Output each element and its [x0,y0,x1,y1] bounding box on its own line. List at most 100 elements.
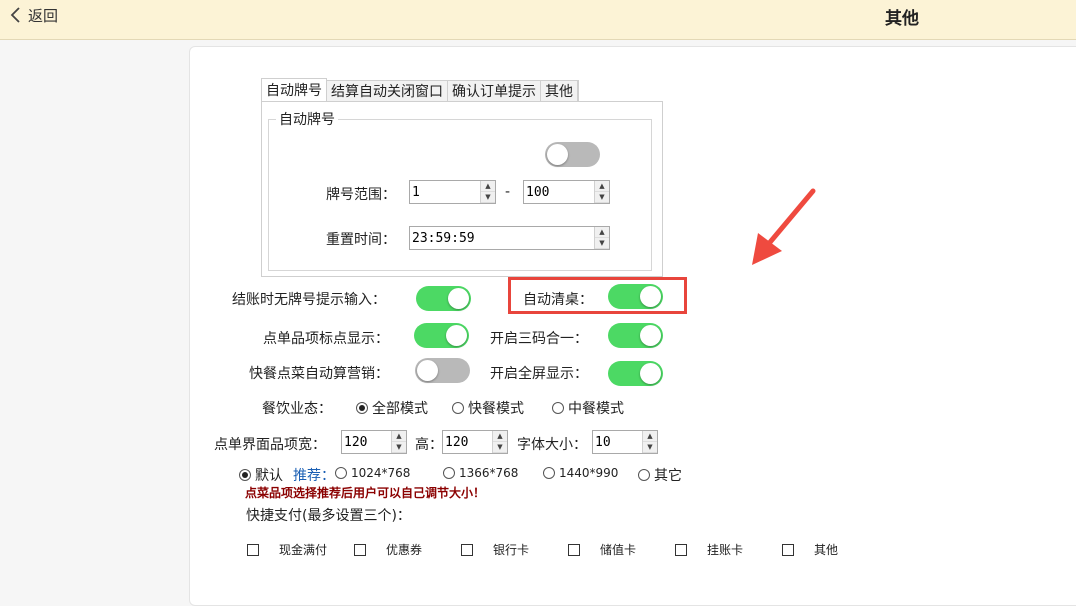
radio-dot [335,467,347,479]
resolution-radio-1440[interactable]: 1440*990 [543,466,618,480]
quick-pay-option-label: 挂账卡 [707,543,744,557]
radio-dot [239,469,251,481]
auto-number-toggle[interactable] [545,142,600,167]
tab-strip: 自动牌号 结算自动关闭窗口 确认订单提示 其他 [261,78,579,102]
auto-clear-label: 自动清桌： [523,292,593,308]
quick-pay-option-label: 储值卡 [600,543,637,557]
checkbox-box [354,543,366,556]
fast-marketing-label: 快餐点菜自动算营销： [249,366,389,382]
top-bar: 返回 其他 [0,0,1076,40]
mode-radio-all[interactable]: 全部模式 [356,398,428,418]
radio-dot [356,402,368,414]
dot-display-toggle[interactable] [414,323,469,348]
tab-filler [577,80,579,102]
reset-time-label: 重置时间： [326,232,396,248]
radio-dot [552,402,564,414]
resolution-radio-default[interactable]: 默认 [239,465,283,485]
down-arrow-icon[interactable]: ▼ [481,192,495,203]
tab-confirm-order[interactable]: 确认订单提示 [447,80,541,102]
resolution-default-label: 默认 [255,468,283,484]
toggle-knob [446,325,467,346]
quick-pay-cash[interactable]: 现金满付 [247,541,327,558]
mode-option-label: 全部模式 [372,401,428,417]
mode-label: 餐饮业态： [262,401,332,417]
range-separator: - [505,184,511,200]
font-size-input[interactable] [593,431,641,454]
tab-other[interactable]: 其他 [540,80,578,102]
down-arrow-icon[interactable]: ▼ [595,238,609,249]
up-arrow-icon[interactable]: ▲ [392,431,406,442]
item-height-label: 高： [415,437,443,453]
checkbox-box [675,543,687,556]
range-from-input[interactable] [410,181,478,204]
quick-pay-option-label: 优惠券 [386,543,423,557]
quick-pay-credit-card[interactable]: 挂账卡 [675,541,743,558]
resolution-option-label: 其它 [654,468,682,484]
dot-display-label: 点单品项标点显示： [263,331,389,347]
quick-pay-label: 快捷支付(最多设置三个)： [246,508,411,524]
range-label: 牌号范围： [326,187,396,203]
item-width-label: 点单界面品项宽： [214,437,326,453]
down-arrow-icon[interactable]: ▼ [392,442,406,453]
warning-text: 点菜品项选择推荐后用户可以自己调节大小！ [245,486,486,500]
radio-dot [452,402,464,414]
resolution-radio-1024[interactable]: 1024*768 [335,466,410,480]
resolution-option-label: 1366*768 [459,466,519,480]
resolution-radio-1366[interactable]: 1366*768 [443,466,518,480]
checkbox-box [568,543,580,556]
resolution-radio-other[interactable]: 其它 [638,465,682,485]
checkbox-box [782,543,794,556]
reset-time-stepper[interactable]: ▲▼ [409,226,610,250]
three-code-label: 开启三码合一： [490,331,588,347]
up-arrow-icon[interactable]: ▲ [481,181,495,192]
quick-pay-option-label: 银行卡 [493,543,530,557]
quick-pay-stored-card[interactable]: 储值卡 [568,541,636,558]
font-size-stepper[interactable]: ▲▼ [592,430,658,454]
page-title: 其他 [885,9,919,29]
mode-radio-chinese[interactable]: 中餐模式 [552,398,624,418]
resolution-option-label: 1024*768 [351,466,411,480]
fullscreen-toggle[interactable] [608,361,663,386]
font-size-label: 字体大小： [517,437,587,453]
toggle-knob [417,360,438,381]
down-arrow-icon[interactable]: ▼ [643,442,657,453]
mode-radio-fast[interactable]: 快餐模式 [452,398,524,418]
range-from-stepper[interactable]: ▲▼ [409,180,496,204]
tab-auto-close[interactable]: 结算自动关闭窗口 [326,80,448,102]
checkbox-box [461,543,473,556]
toggle-knob [547,144,568,165]
item-height-stepper[interactable]: ▲▼ [442,430,508,454]
radio-dot [443,467,455,479]
back-button[interactable]: 返回 [10,4,58,26]
down-arrow-icon[interactable]: ▼ [595,192,609,203]
down-arrow-icon[interactable]: ▼ [493,442,507,453]
toggle-knob [448,288,469,309]
checkbox-box [247,543,259,556]
up-arrow-icon[interactable]: ▲ [643,431,657,442]
no-number-prompt-toggle[interactable] [416,286,471,311]
three-code-toggle[interactable] [608,323,663,348]
quick-pay-option-label: 现金满付 [279,543,328,557]
range-to-input[interactable] [524,181,592,204]
quick-pay-other[interactable]: 其他 [782,541,838,558]
item-width-input[interactable] [342,431,390,454]
auto-number-group-title: 自动牌号 [276,109,338,129]
up-arrow-icon[interactable]: ▲ [595,181,609,192]
fast-marketing-toggle[interactable] [415,358,470,383]
item-height-input[interactable] [443,431,491,454]
up-arrow-icon[interactable]: ▲ [595,227,609,238]
quick-pay-option-label: 其他 [814,543,839,557]
toggle-knob [640,286,661,307]
quick-pay-bank-card[interactable]: 银行卡 [461,541,529,558]
no-number-prompt-label: 结账时无牌号提示输入： [232,292,386,308]
up-arrow-icon[interactable]: ▲ [493,431,507,442]
auto-clear-toggle[interactable] [608,284,663,309]
toggle-knob [640,363,661,384]
item-width-stepper[interactable]: ▲▼ [341,430,407,454]
recommend-label: 推荐： [293,468,335,484]
radio-dot [638,469,650,481]
reset-time-input[interactable] [410,227,592,250]
tab-auto-number[interactable]: 自动牌号 [261,78,327,102]
quick-pay-coupon[interactable]: 优惠券 [354,541,422,558]
range-to-stepper[interactable]: ▲▼ [523,180,610,204]
